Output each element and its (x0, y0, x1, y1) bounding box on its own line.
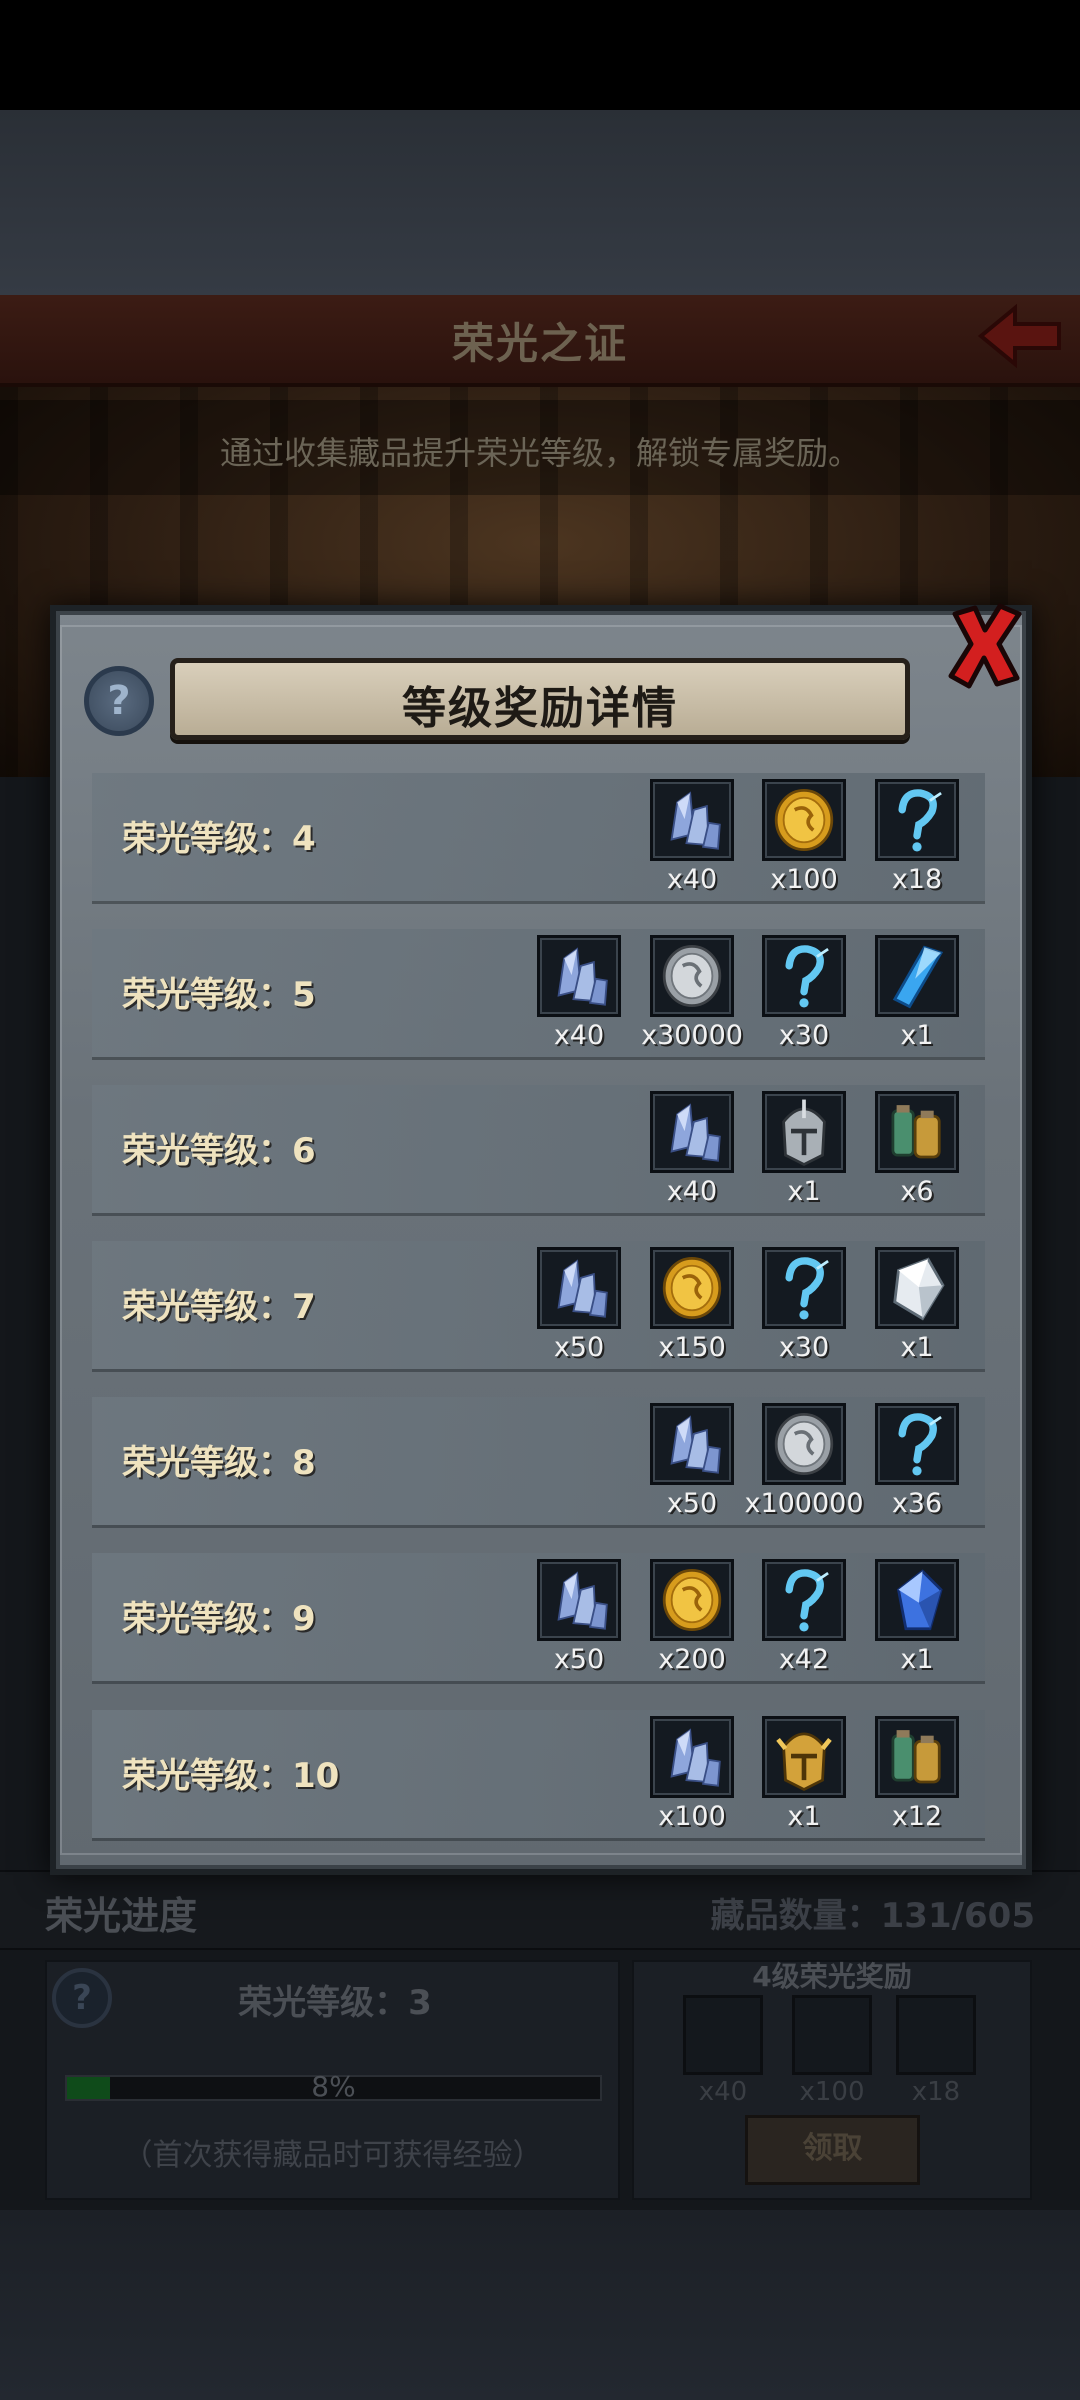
base-subtitle: 通过收集藏品提升荣光等级，解锁专属奖励。 (219, 434, 860, 472)
gold-coin-icon[interactable] (762, 779, 846, 861)
progress-title: 荣光进度 (45, 1894, 198, 1938)
experience-hint: （首次获得藏品时可获得经验） (122, 2138, 543, 2173)
potion-bundle-icon[interactable] (875, 1716, 959, 1798)
silver-helmet-icon[interactable] (762, 1091, 846, 1173)
glory-level-label: 荣光等级：7 (122, 1287, 316, 1327)
next-reward-qty: x40 (698, 2077, 748, 2107)
silver-coin-icon[interactable] (762, 1403, 846, 1485)
glory-level-label: 荣光等级：8 (122, 1443, 316, 1483)
crystal-cluster-icon[interactable] (650, 779, 734, 861)
reward-quantity: x1 (900, 1644, 934, 1675)
background-bottom (0, 2210, 1080, 2400)
mystery-question-icon[interactable] (875, 1403, 959, 1485)
white-diamond-icon[interactable] (875, 1247, 959, 1329)
next-reward-qty: x100 (799, 2077, 865, 2107)
next-reward-mystery-icon (896, 1995, 976, 2075)
mystery-question-icon[interactable] (762, 935, 846, 1017)
back-arrow-icon[interactable] (975, 300, 1065, 372)
silver-coin-icon[interactable] (650, 935, 734, 1017)
potion-bundle-icon[interactable] (875, 1091, 959, 1173)
blue-gem-icon[interactable] (875, 1559, 959, 1641)
gold-coin-icon[interactable] (650, 1247, 734, 1329)
next-reward-crystal-icon (683, 1995, 763, 2075)
crystal-cluster-icon[interactable] (537, 1559, 621, 1641)
mystery-question-icon[interactable] (875, 779, 959, 861)
reward-quantity: x36 (891, 1488, 943, 1519)
reward-quantity: x18 (891, 864, 943, 895)
reward-quantity: x12 (891, 1801, 943, 1832)
mystery-question-icon[interactable] (762, 1559, 846, 1641)
next-reward-coin-icon (792, 1995, 872, 2075)
reward-quantity: x6 (900, 1176, 934, 1207)
modal-title: 等级奖励详情 (402, 683, 678, 734)
status-bar (0, 0, 1080, 110)
glory-level-label: 荣光等级：5 (122, 975, 316, 1015)
crystal-cluster-icon[interactable] (650, 1716, 734, 1798)
mystery-question-icon[interactable] (762, 1247, 846, 1329)
close-icon[interactable] (945, 600, 1025, 690)
crystal-cluster-icon[interactable] (537, 1247, 621, 1329)
glory-level-label: 荣光等级：10 (122, 1756, 340, 1796)
background-top (0, 110, 1080, 295)
gold-coin-icon[interactable] (650, 1559, 734, 1641)
glory-level-label: 荣光等级：4 (122, 819, 316, 859)
gold-helmet-icon[interactable] (762, 1716, 846, 1798)
collection-count: 藏品数量：131/605 (710, 1896, 1035, 1936)
blue-shard-icon[interactable] (875, 935, 959, 1017)
next-reward-qty: x18 (911, 2077, 961, 2107)
glory-level-label: 荣光等级：6 (122, 1131, 316, 1171)
next-reward-title: 4级荣光奖励 (752, 1960, 912, 1993)
level-help-icon[interactable]: ? (52, 1968, 112, 2028)
claim-button[interactable]: 领取 (745, 2115, 920, 2185)
reward-quantity: x1 (900, 1332, 934, 1363)
crystal-cluster-icon[interactable] (537, 935, 621, 1017)
level-progress-text: 8% (311, 2070, 356, 2103)
base-title: 荣光之证 (451, 319, 628, 368)
help-icon[interactable]: ? (84, 666, 154, 736)
reward-quantity: x1 (900, 1020, 934, 1051)
crystal-cluster-icon[interactable] (650, 1403, 734, 1485)
current-level: 荣光等级：3 (238, 1983, 432, 2023)
crystal-cluster-icon[interactable] (650, 1091, 734, 1173)
glory-level-label: 荣光等级：9 (122, 1599, 316, 1639)
